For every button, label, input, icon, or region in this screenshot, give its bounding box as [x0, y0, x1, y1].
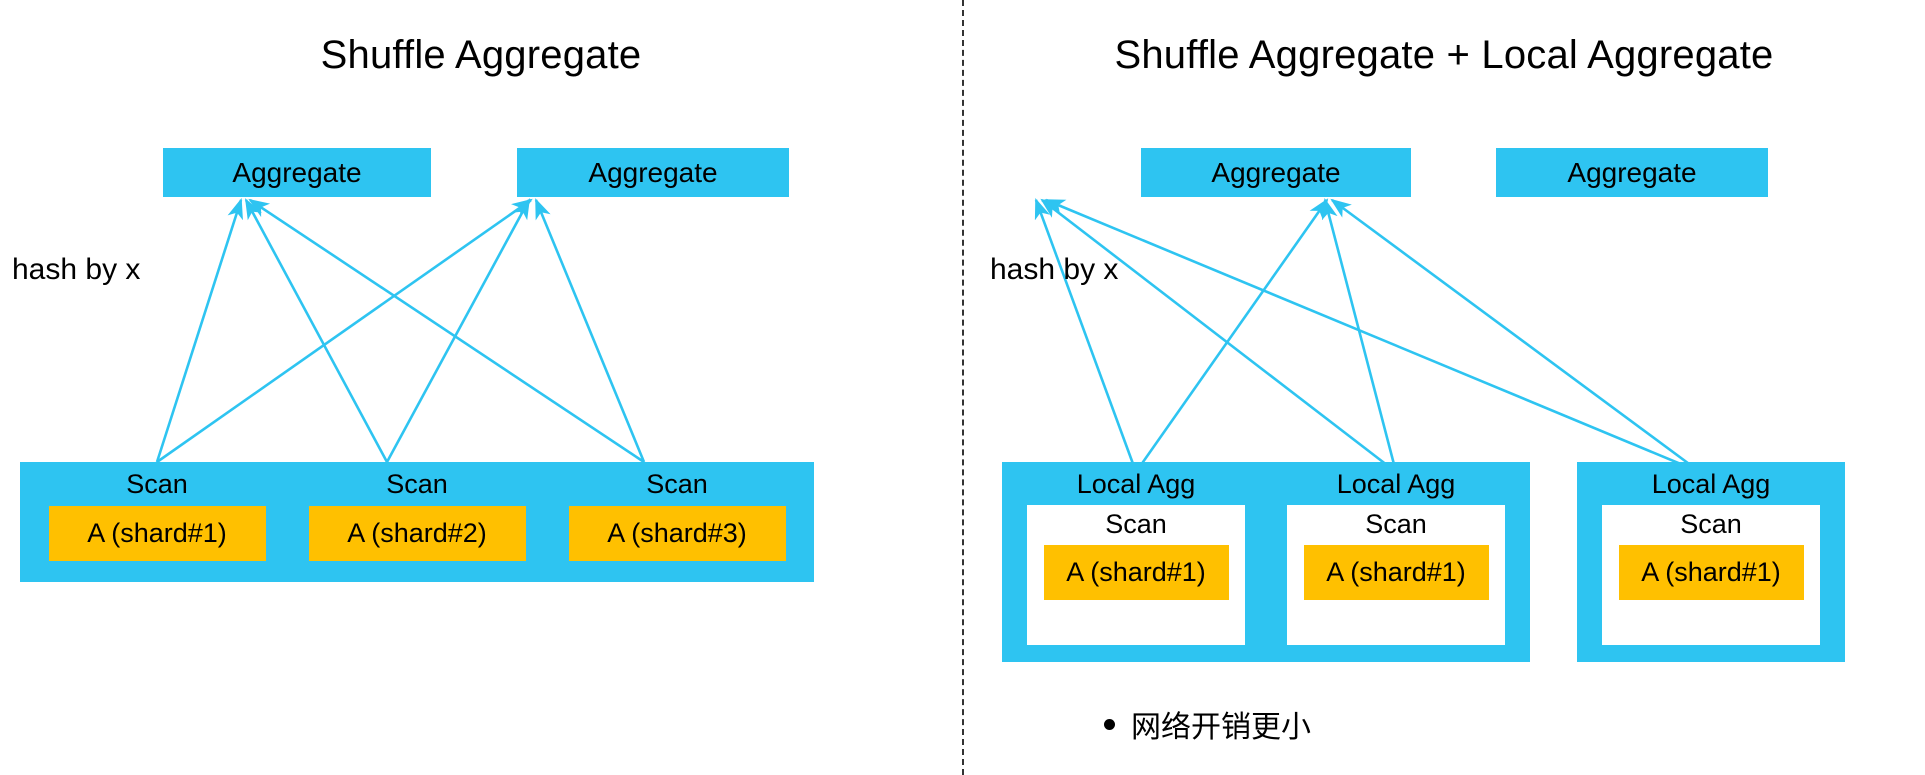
right-localagg-node-3-label: Local Agg [1651, 469, 1771, 499]
right-panel-note: 网络开销更小 [1104, 702, 1311, 746]
edge-scan2-agg2 [385, 198, 531, 463]
left-aggregate-node-1[interactable]: Aggregate [163, 148, 431, 197]
left-aggregate-node-2[interactable]: Aggregate [517, 148, 789, 197]
diagram-canvas: Shuffle Aggregate Shuffle Aggregate + Lo… [0, 0, 1925, 775]
edge-scan1-agg2 [156, 198, 533, 464]
right-localagg-node-2-shard: A (shard#1) [1303, 545, 1489, 600]
left-scan-node-1[interactable]: Scan A (shard#1) [20, 462, 294, 582]
panel-divider [962, 0, 964, 775]
right-localagg-node-1[interactable]: Local Agg Scan A (shard#1) [1002, 462, 1270, 662]
right-localagg-node-1-scan-label: Scan [1105, 509, 1167, 539]
right-localagg-node-1-shard: A (shard#1) [1043, 545, 1229, 600]
right-localagg-node-3-scan-label: Scan [1680, 509, 1742, 539]
left-scan-node-2-label: Scan [386, 469, 448, 499]
edge-localagg3-agg2 [1330, 198, 1701, 474]
right-hash-annotation: hash by x [990, 253, 1119, 286]
right-localagg-node-1-label: Local Agg [1076, 469, 1196, 499]
edge-scan3-agg2 [534, 198, 646, 463]
edge-localagg1-agg1 [1034, 198, 1138, 473]
left-hash-annotation: hash by x [12, 253, 141, 286]
right-localagg-node-3[interactable]: Local Agg Scan A (shard#1) [1577, 462, 1845, 662]
right-localagg-node-3-scan: Scan A (shard#1) [1602, 505, 1820, 645]
bullet-dot-icon [1104, 718, 1115, 730]
edge-localagg2-agg2 [1321, 197, 1398, 473]
right-aggregate-node-1[interactable]: Aggregate [1141, 148, 1411, 197]
left-scan-node-2-shard: A (shard#2) [308, 506, 526, 561]
right-localagg-node-2-scan-label: Scan [1365, 509, 1427, 539]
right-localagg-node-2-scan: Scan A (shard#1) [1287, 505, 1505, 645]
left-scan-node-3-label: Scan [646, 469, 708, 499]
right-aggregate-node-2[interactable]: Aggregate [1496, 148, 1768, 197]
right-localagg-node-2[interactable]: Local Agg Scan A (shard#1) [1262, 462, 1530, 662]
right-localagg-node-3-shard: A (shard#1) [1618, 545, 1804, 600]
right-localagg-node-1-scan: Scan A (shard#1) [1027, 505, 1245, 645]
right-panel-title: Shuffle Aggregate + Local Aggregate [1114, 33, 1774, 77]
right-panel-note-text: 网络开销更小 [1131, 711, 1311, 744]
edge-scan1-agg1 [155, 198, 243, 463]
edge-localagg1-agg2 [1134, 198, 1329, 473]
left-scan-node-1-label: Scan [126, 469, 188, 499]
left-scan-node-3-shard: A (shard#3) [568, 506, 786, 561]
edge-localagg2-agg1 [1040, 198, 1397, 474]
left-scan-node-2[interactable]: Scan A (shard#2) [280, 462, 554, 582]
left-panel-title: Shuffle Aggregate [320, 33, 642, 77]
edge-localagg3-agg1 [1044, 198, 1701, 474]
edge-scan3-agg1 [248, 198, 645, 464]
left-scan-node-3[interactable]: Scan A (shard#3) [540, 462, 814, 582]
edge-scan2-agg1 [244, 198, 389, 463]
right-localagg-node-2-label: Local Agg [1336, 469, 1456, 499]
left-scan-node-1-shard: A (shard#1) [48, 506, 266, 561]
